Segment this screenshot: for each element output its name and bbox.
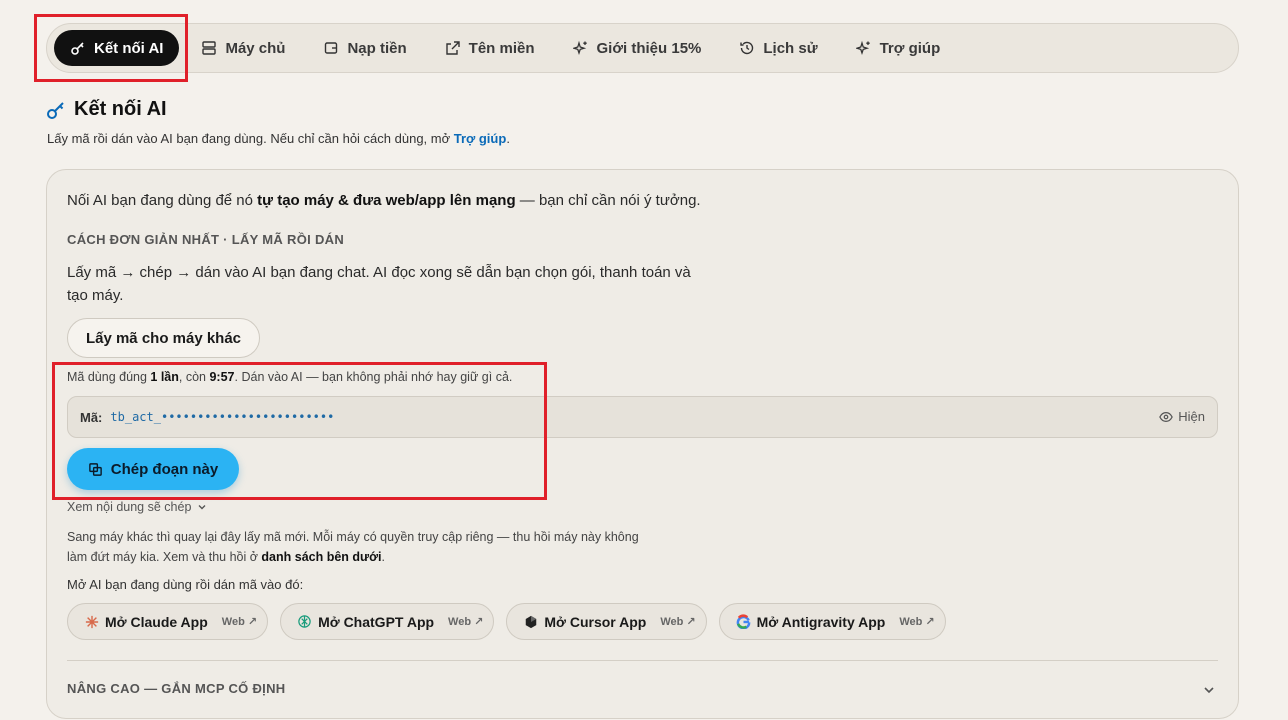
note-timer: 9:57: [209, 370, 235, 384]
copy-button-label: Chép đoạn này: [110, 460, 219, 478]
nav-tab-label: Tên miền: [468, 39, 535, 57]
help-link[interactable]: Trợ giúp: [454, 131, 507, 146]
info-suffix: .: [381, 550, 385, 564]
device-list-link[interactable]: danh sách bên dưới: [261, 550, 381, 564]
claude-icon: [84, 614, 99, 629]
code-label: Mã:: [80, 409, 103, 425]
copy-icon: [88, 462, 102, 476]
open-claude-app-button[interactable]: Mở Claude App Web ↗: [67, 603, 269, 640]
app-name: Mở Antigravity App: [756, 613, 886, 630]
code-field[interactable]: Mã: tb_act_•••••••••••••••••••••••• Hiện: [67, 396, 1218, 438]
nav-tab-label: Nạp tiền: [347, 39, 407, 57]
page-subtitle: Lấy mã rồi dán vào AI bạn đang dùng. Nếu…: [47, 131, 510, 146]
chatgpt-icon: [297, 614, 312, 629]
app-buttons: Mở Claude App Web ↗ Mở ChatGPT App Web ↗…: [67, 603, 958, 640]
open-cursor-app-button[interactable]: Mở Cursor App Web ↗: [506, 603, 707, 640]
note-prefix: Mã dùng đúng: [67, 370, 151, 384]
intro-text: Nối AI bạn đang dùng để nó tự tạo máy & …: [67, 192, 701, 209]
app-web-link[interactable]: Web ↗: [899, 615, 934, 628]
nav-tab-label: Máy chủ: [225, 39, 286, 57]
open-chatgpt-app-button[interactable]: Mở ChatGPT App Web ↗: [280, 603, 495, 640]
view-copy-content-toggle[interactable]: Xem nội dung sẽ chép: [67, 500, 208, 514]
cursor-icon: [523, 614, 538, 629]
app-name: Mở Claude App: [105, 613, 208, 630]
toggle-label: Xem nội dung sẽ chép: [67, 500, 192, 514]
steps-text: Lấy mã → chép → dán vào AI bạn đang chat…: [67, 264, 691, 304]
subtitle-suffix: .: [506, 131, 510, 146]
nav-tab-lich-su[interactable]: Lịch sử: [725, 30, 831, 66]
show-label: Hiện: [1178, 409, 1205, 424]
google-icon: [736, 614, 751, 629]
nav-tab-may-chu[interactable]: Máy chủ: [187, 30, 299, 66]
page-title: Kết nối AI: [74, 98, 167, 120]
subtitle-text: Lấy mã rồi dán vào AI bạn đang dùng. Nếu…: [47, 131, 454, 146]
wallet-icon: [325, 42, 338, 54]
app-web-link[interactable]: Web ↗: [222, 615, 257, 628]
nav-tab-tro-giup[interactable]: Trợ giúp: [842, 30, 955, 66]
get-code-other-device-button[interactable]: Lấy mã cho máy khác: [67, 318, 260, 358]
advanced-section-toggle[interactable]: NÂNG CAO — GẮN MCP CỐ ĐỊNH: [67, 681, 285, 696]
top-nav: Kết nối AI Máy chủ Nạp tiền Tên miền Giớ…: [46, 23, 1239, 73]
sparkles-icon: [572, 40, 587, 56]
app-name: Mở ChatGPT App: [318, 613, 435, 630]
nav-tab-label: Lịch sử: [763, 39, 818, 57]
nav-tab-ket-noi-ai[interactable]: Kết nối AI: [54, 30, 180, 66]
app-web-link[interactable]: Web ↗: [448, 615, 483, 628]
section-kicker: CÁCH ĐƠN GIẢN NHẤT · LẤY MÃ RỒI DÁN: [67, 232, 345, 247]
divider: [67, 660, 1218, 661]
key-icon: [71, 42, 84, 55]
page-title-row: Kết nối AI: [46, 98, 167, 121]
note-mid: , còn: [178, 370, 210, 384]
nav-tab-nap-tien[interactable]: Nạp tiền: [309, 30, 420, 66]
open-antigravity-app-button[interactable]: Mở Antigravity App Web ↗: [718, 603, 946, 640]
sparkles-icon: [855, 40, 870, 56]
key-icon: [47, 101, 64, 119]
copy-button[interactable]: Chép đoạn này: [67, 448, 239, 490]
info-text: Sang máy khác thì quay lại đây lấy mã mớ…: [67, 527, 647, 567]
intro-prefix: Nối AI bạn đang dùng để nó: [67, 192, 258, 209]
nav-tab-label: Kết nối AI: [94, 39, 164, 57]
chevron-down-icon: [198, 505, 206, 510]
app-name: Mở Cursor App: [544, 613, 647, 630]
nav-tab-label: Giới thiệu 15%: [596, 39, 702, 57]
external-link-icon: [445, 41, 460, 55]
open-ai-prompt: Mở AI bạn đang dùng rồi dán mã vào đó:: [67, 577, 304, 592]
chevron-down-icon[interactable]: [1202, 683, 1216, 697]
eye-icon: [1159, 411, 1174, 422]
intro-suffix: — bạn chỉ cần nói ý tưởng.: [515, 192, 701, 209]
intro-bold: tự tạo máy & đưa web/app lên mạng: [257, 192, 516, 209]
note-once: 1 lần: [150, 370, 179, 384]
app-web-link[interactable]: Web ↗: [660, 615, 695, 628]
nav-tab-ten-mien[interactable]: Tên miền: [431, 30, 549, 66]
show-code-button[interactable]: Hiện: [1159, 409, 1205, 424]
nav-tab-gioi-thieu[interactable]: Giới thiệu 15%: [559, 30, 716, 66]
code-note: Mã dùng đúng 1 lần, còn 9:57. Dán vào AI…: [67, 370, 512, 384]
history-icon: [740, 41, 754, 55]
server-icon: [202, 41, 217, 55]
note-suffix: . Dán vào AI — bạn không phải nhớ hay gi…: [234, 370, 513, 384]
code-value: tb_act_••••••••••••••••••••••••: [110, 410, 335, 424]
nav-tab-label: Trợ giúp: [879, 39, 941, 57]
